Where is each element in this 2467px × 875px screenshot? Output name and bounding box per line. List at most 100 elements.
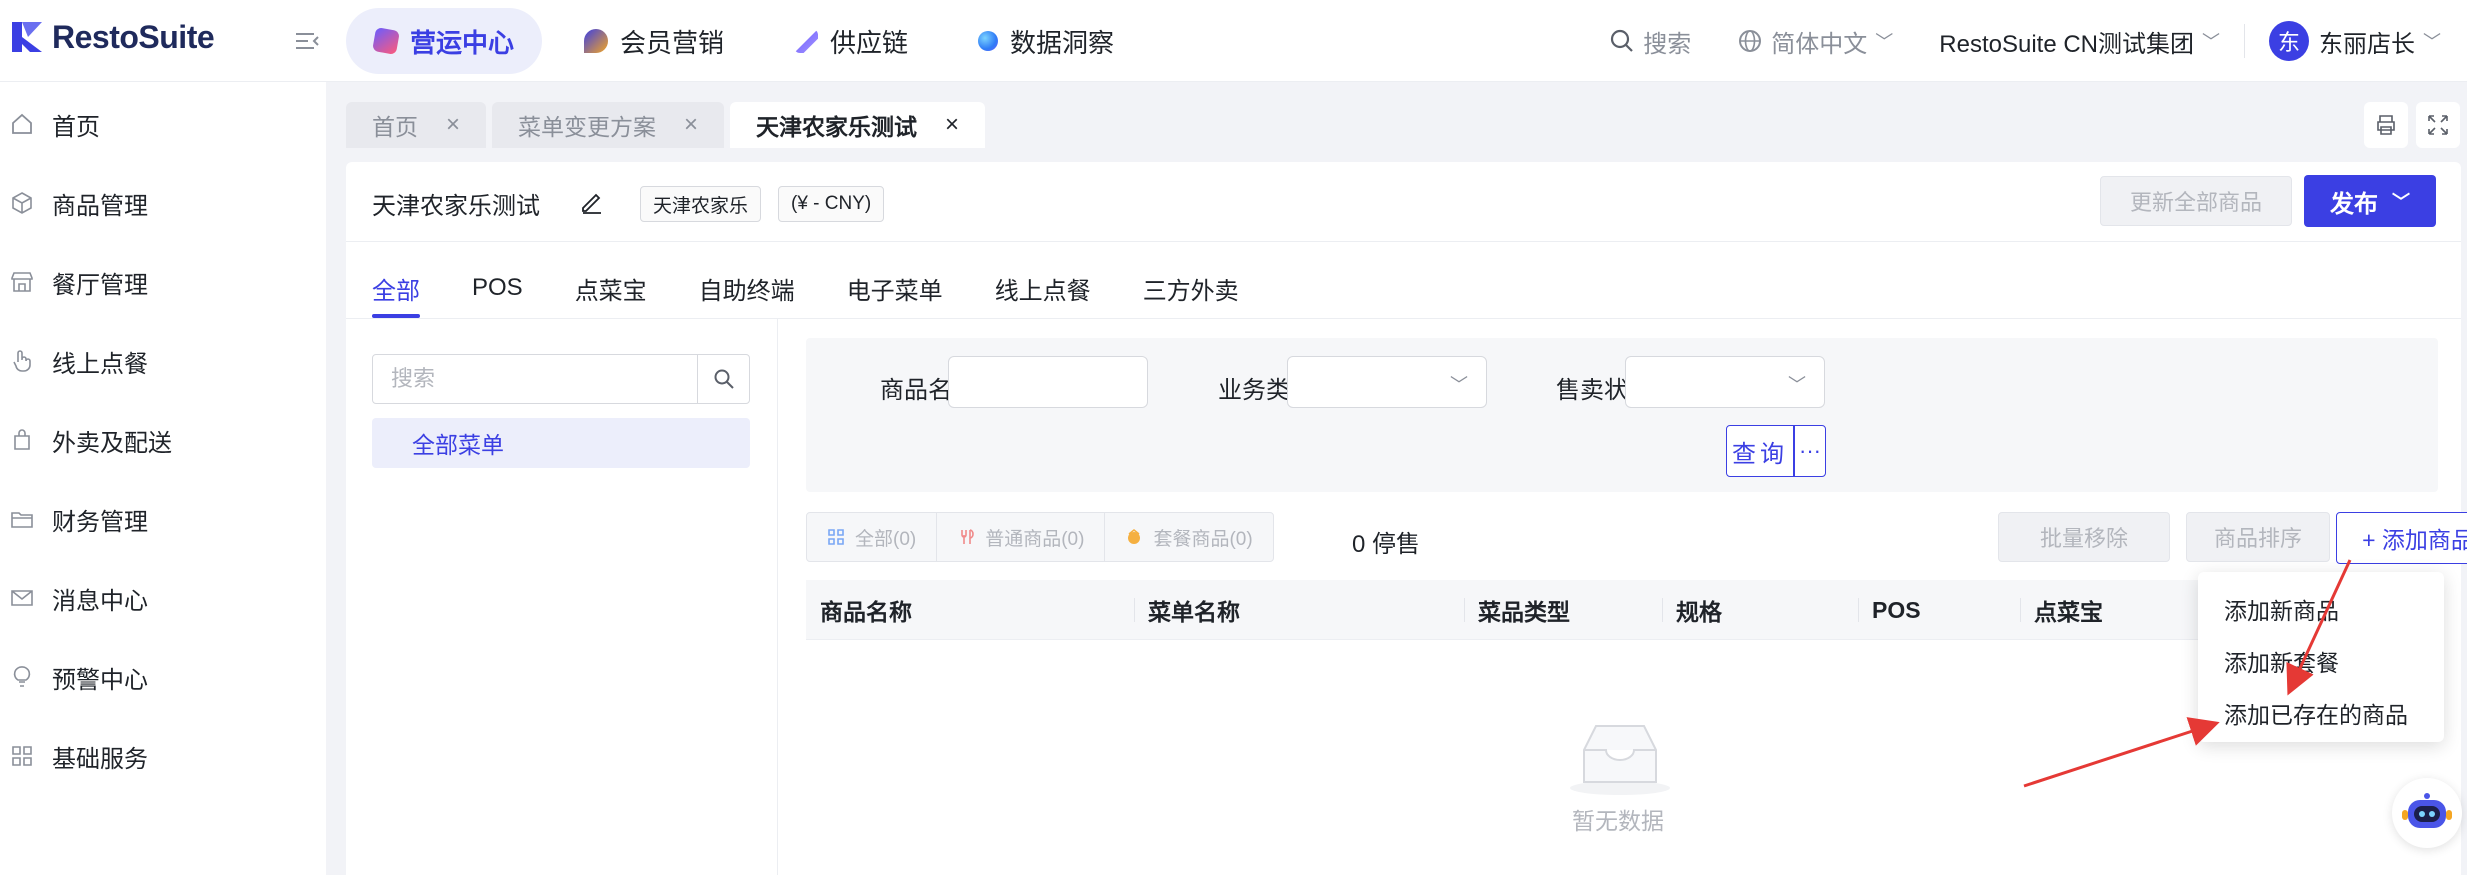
tab-kiosk[interactable]: 自助终端 [699,258,795,318]
search-icon [714,369,734,389]
more-filters-button[interactable]: ··· [1794,425,1826,477]
nav-operations-center[interactable]: 营运中心 [346,8,543,74]
product-name-input[interactable] [948,356,1148,408]
sidebar-item-finance[interactable]: 财务管理 [0,489,326,549]
sidebar-item-products[interactable]: 商品管理 [0,173,326,233]
empty-inbox-icon [1570,725,1670,795]
tab-diancaibao[interactable]: 点菜宝 [575,258,647,318]
expand-icon [2428,115,2448,135]
tab-e-menu[interactable]: 电子菜单 [847,258,943,318]
column-dish-type: 菜品类型 [1464,580,1662,640]
folder-icon [11,512,33,528]
sidebar-item-restaurant[interactable]: 餐厅管理 [0,252,326,312]
filter-panel: 商品名称 业务类型 ﹀ 售卖状态 ﹀ 查询 ··· [806,338,2438,492]
grid-icon [12,746,32,766]
menu-search-button[interactable] [697,355,749,403]
segment-combo[interactable]: 套餐商品(0) [1105,513,1272,561]
currency-tag: (¥ - CNY) [778,186,885,222]
add-product-button[interactable]: + 添加商品 ﹀ [2336,512,2467,564]
robot-icon [2402,793,2452,828]
tab-pos[interactable]: POS [472,258,523,318]
column-spec: 规格 [1662,580,1858,640]
toolbar-divider [2244,24,2245,58]
member-icon [584,29,609,53]
menu-item-add-existing-product[interactable]: 添加已存在的商品 [2224,696,2408,730]
sidebar-collapse-icon[interactable] [292,26,322,56]
close-icon[interactable]: × [446,111,460,139]
edit-icon[interactable] [578,188,606,216]
nav-member-marketing[interactable]: 会员营销 [556,8,752,74]
bag-icon [14,429,30,450]
tab-tianjin-test[interactable]: 天津农家乐测试 × [730,102,986,148]
stopped-count: 0 停售 [1352,531,1421,558]
operations-icon [372,27,400,55]
sidebar-item-alerts[interactable]: 预警中心 [0,647,326,707]
segment-regular[interactable]: 普通商品(0) [937,513,1106,561]
add-product-dropdown: 添加新商品 添加新套餐 添加已存在的商品 [2198,572,2444,742]
sidebar-item-online-order[interactable]: 线上点餐 [0,331,326,391]
menu-item-add-new-combo[interactable]: 添加新套餐 [2224,644,2339,678]
product-table-header: 商品名称 菜单名称 菜品类型 规格 POS 点菜宝 [806,580,2438,640]
sidebar-item-basic-services[interactable]: 基础服务 [0,726,326,786]
language-switcher[interactable]: 简体中文 ﹀ [1737,24,1893,59]
menu-search-input[interactable] [373,355,697,403]
chevron-down-icon: ﹀ [1875,32,1894,52]
tab-third-party-delivery[interactable]: 三方外卖 [1143,258,1239,318]
channel-tabs: 全部 POS 点菜宝 自助终端 电子菜单 线上点餐 三方外卖 [372,258,1291,318]
top-bar: RestoSuite 营运中心 会员营销 供应链 数据洞察 搜索 简体中文 ﹀ … [0,0,2467,82]
supply-chain-icon [794,29,819,53]
chevron-down-icon: ﹀ [1450,375,1468,395]
query-button[interactable]: 查询 [1726,425,1794,477]
menu-search [372,354,750,404]
column-product-name: 商品名称 [820,599,912,625]
page-tabs: 首页 × 菜单变更方案 × 天津农家乐测试 × [346,102,991,148]
brand-logo[interactable]: RestoSuite [8,18,215,56]
segment-all[interactable]: 全部(0) [807,513,938,561]
avatar: 东 [2269,21,2309,61]
globe-icon [1739,30,1762,52]
column-diancaibao: 点菜宝 [2020,580,2180,640]
top-nav: 营运中心 会员营销 供应链 数据洞察 [346,8,1156,74]
grid-icon [828,529,844,545]
user-menu[interactable]: 东 东丽店长 ﹀ [2269,21,2441,61]
sidebar-item-messages[interactable]: 消息中心 [0,568,326,628]
tab-home[interactable]: 首页 × [346,102,487,148]
org-switcher[interactable]: RestoSuite CN测试集团 ﹀ [1939,24,2220,59]
fullscreen-button[interactable] [2416,102,2460,148]
nav-supply-chain[interactable]: 供应链 [766,8,936,74]
biz-type-select[interactable]: ﹀ [1287,356,1487,408]
empty-state-text: 暂无数据 [1572,808,1664,834]
publish-button[interactable]: 发布 ﹀ [2304,175,2436,227]
print-button[interactable] [2364,102,2408,148]
bulb-icon [13,666,31,687]
restosuite-logo-icon [12,22,42,52]
chevron-down-icon: ﹀ [2202,32,2220,52]
column-pos: POS [1858,580,2020,640]
menu-tree-item-all[interactable]: 全部菜单 [372,418,750,468]
combo-icon [1128,528,1141,544]
search-icon [1611,29,1634,52]
chevron-down-icon: ﹀ [2392,192,2410,212]
menu-header: 天津农家乐测试 天津农家乐 (¥ - CNY) 更新全部商品 发布 ﹀ [346,162,2461,242]
sale-status-select[interactable]: ﹀ [1625,356,1825,408]
main-panel: 天津农家乐测试 天津农家乐 (¥ - CNY) 更新全部商品 发布 ﹀ 全部 P… [346,162,2467,875]
sidebar-item-home[interactable]: 首页 [0,94,326,154]
box-icon [12,192,32,214]
close-icon[interactable]: × [684,111,698,139]
global-search[interactable]: 搜索 [1609,24,1691,59]
brand-name: RestoSuite [52,18,215,55]
tab-all[interactable]: 全部 [372,258,420,318]
sidebar-item-delivery[interactable]: 外卖及配送 [0,410,326,470]
batch-remove-button[interactable]: 批量移除 [1998,512,2170,562]
tab-menu-change-plan[interactable]: 菜单变更方案 × [492,102,725,148]
chevron-down-icon: ﹀ [1788,375,1806,395]
printer-icon [2377,115,2395,135]
close-icon[interactable]: × [945,111,959,139]
menu-item-add-new-product[interactable]: 添加新商品 [2224,592,2339,626]
product-sort-button[interactable]: 商品排序 [2186,512,2330,562]
product-type-segment: 全部(0) 普通商品(0) 套餐商品(0) [806,512,1274,562]
nav-data-insight[interactable]: 数据洞察 [950,8,1142,74]
assistant-bot-button[interactable] [2392,778,2462,848]
tab-online-order[interactable]: 线上点餐 [995,258,1091,318]
update-all-products-button[interactable]: 更新全部商品 [2100,176,2292,226]
